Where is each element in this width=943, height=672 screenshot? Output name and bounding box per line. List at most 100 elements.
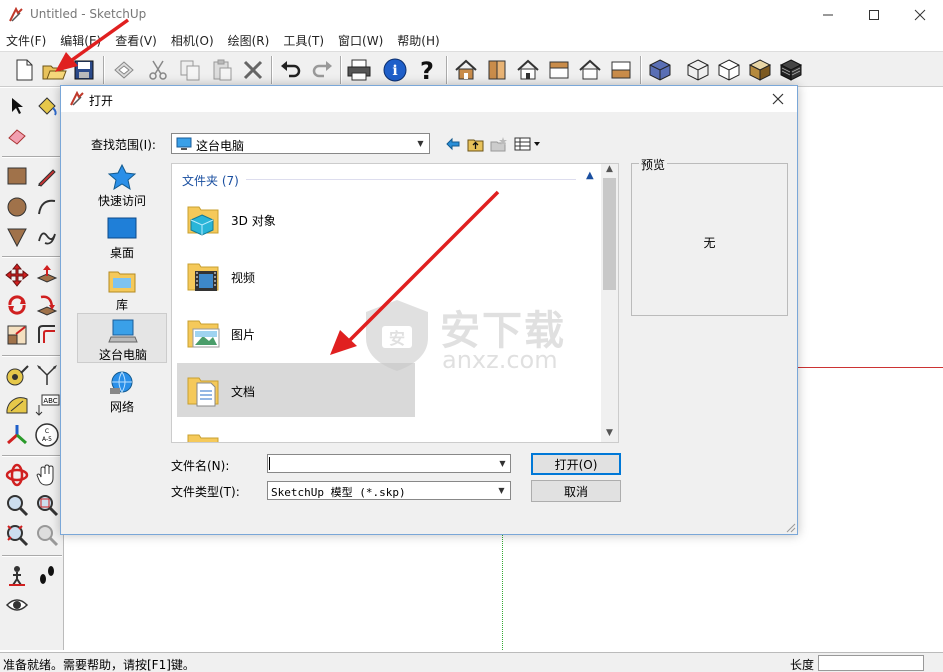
menu-view[interactable]: 查看(V) (115, 32, 157, 49)
new-file-button[interactable] (9, 55, 39, 85)
open-file-button[interactable] (39, 55, 69, 85)
undo-button[interactable] (276, 55, 306, 85)
place-label: 快速访问 (97, 194, 146, 208)
resize-grip-icon[interactable] (784, 521, 796, 533)
polygon-tool[interactable] (3, 223, 31, 251)
menu-camera[interactable]: 相机(O) (171, 32, 214, 49)
follow-me-tool[interactable] (33, 291, 61, 319)
xray-button[interactable] (645, 55, 675, 85)
close-button[interactable] (897, 0, 943, 30)
scroll-up-icon[interactable]: ▲ (601, 164, 618, 178)
front-view-button[interactable] (513, 55, 543, 85)
pan-tool[interactable] (33, 461, 61, 489)
downloads-folder-icon (187, 434, 219, 442)
shaded-button[interactable] (745, 55, 775, 85)
open-button[interactable]: 打开(O) (531, 453, 621, 475)
minimize-button[interactable] (805, 0, 851, 30)
wireframe-button[interactable] (683, 55, 713, 85)
push-pull-tool[interactable] (33, 261, 61, 289)
dialog-close-button[interactable] (763, 86, 793, 112)
rectangle-tool[interactable] (3, 162, 31, 190)
place-desktop[interactable]: 桌面 (77, 212, 167, 262)
right-view-button[interactable] (544, 55, 574, 85)
tape-measure-tool[interactable] (3, 361, 31, 389)
orbit-tool[interactable] (3, 461, 31, 489)
menu-draw[interactable]: 绘图(R) (228, 32, 270, 49)
place-label: 网络 (109, 400, 134, 414)
zoom-extents-tool[interactable] (3, 521, 31, 549)
top-view-button[interactable] (482, 55, 512, 85)
filename-input[interactable] (267, 454, 511, 473)
protractor-tool[interactable] (3, 391, 31, 419)
look-in-select[interactable]: 这台电脑 ▼ (171, 133, 430, 154)
file-list-scrollbar[interactable]: ▲ ▼ (601, 164, 618, 442)
cancel-button[interactable]: 取消 (531, 480, 621, 502)
menu-tools[interactable]: 工具(T) (283, 32, 324, 49)
hidden-line-button[interactable] (714, 55, 744, 85)
watermark-domain: anxz.com (442, 346, 558, 374)
section-plane-tool[interactable]: C A-5 (33, 421, 61, 449)
maximize-button[interactable] (851, 0, 897, 30)
chevron-up-icon[interactable]: ▲ (586, 170, 594, 181)
redo-button[interactable] (307, 55, 337, 85)
library-icon (108, 271, 136, 293)
menu-window[interactable]: 窗口(W) (338, 32, 383, 49)
menu-file[interactable]: 文件(F) (6, 32, 46, 49)
up-folder-button[interactable] (467, 135, 485, 153)
line-tool[interactable] (33, 162, 61, 190)
svg-text:C: C (45, 428, 49, 435)
circle-tool[interactable] (3, 193, 31, 221)
folders-group-header[interactable]: 文件夹 (7) (182, 172, 239, 189)
iso-view-button[interactable] (451, 55, 481, 85)
filename-dropdown-button[interactable]: ▼ (494, 455, 511, 472)
new-folder-button[interactable] (490, 135, 508, 153)
shaded-texture-button[interactable] (776, 55, 806, 85)
left-view-button[interactable] (606, 55, 636, 85)
place-this-pc[interactable]: 这台电脑 (77, 313, 167, 363)
freehand-tool[interactable] (33, 223, 61, 251)
zoom-window-tool[interactable] (33, 491, 61, 519)
follow-me-icon (36, 295, 58, 316)
place-quick-access[interactable]: 快速访问 (77, 160, 167, 210)
scroll-down-icon[interactable]: ▼ (601, 428, 618, 442)
scale-tool[interactable] (3, 321, 31, 349)
view-menu-button[interactable] (514, 135, 544, 153)
save-button[interactable] (69, 55, 99, 85)
previous-view-tool[interactable] (33, 521, 61, 549)
back-button[interactable] (445, 135, 461, 153)
menu-edit[interactable]: 编辑(E) (60, 32, 101, 49)
offset-tool[interactable] (33, 321, 61, 349)
copy-button[interactable] (175, 55, 205, 85)
menu-help[interactable]: 帮助(H) (397, 32, 439, 49)
text-tool[interactable]: ABC (33, 391, 61, 419)
axes-tool[interactable] (3, 421, 31, 449)
position-camera-tool[interactable] (3, 561, 31, 589)
toolbar-separator (446, 56, 448, 84)
cut-button[interactable] (143, 55, 173, 85)
scrollbar-thumb[interactable] (603, 178, 616, 290)
look-around-tool[interactable] (3, 591, 31, 619)
make-component-button[interactable] (109, 55, 139, 85)
walk-tool[interactable] (33, 561, 61, 589)
erase-button[interactable] (238, 55, 268, 85)
list-item[interactable]: 下载 (177, 420, 415, 442)
length-input[interactable] (818, 655, 924, 671)
rotate-tool[interactable] (3, 291, 31, 319)
paint-bucket-tool[interactable] (33, 92, 61, 120)
dimension-tool[interactable] (33, 361, 61, 389)
paste-button[interactable] (207, 55, 237, 85)
place-library[interactable]: 库 (77, 264, 167, 314)
list-item[interactable]: 3D 对象 (177, 192, 415, 246)
move-tool[interactable] (3, 261, 31, 289)
help-button[interactable]: ? (412, 55, 442, 85)
back-view-button[interactable] (575, 55, 605, 85)
model-info-button[interactable]: i (380, 55, 410, 85)
place-network[interactable]: 网络 (77, 366, 167, 416)
filetype-select[interactable]: SketchUp 模型 (*.skp) ▼ (267, 481, 511, 500)
list-item[interactable]: 视频 (177, 249, 415, 303)
zoom-tool[interactable] (3, 491, 31, 519)
eraser-tool[interactable] (3, 122, 31, 150)
print-button[interactable] (344, 55, 374, 85)
arc-tool[interactable] (33, 193, 61, 221)
select-tool[interactable] (3, 92, 31, 120)
